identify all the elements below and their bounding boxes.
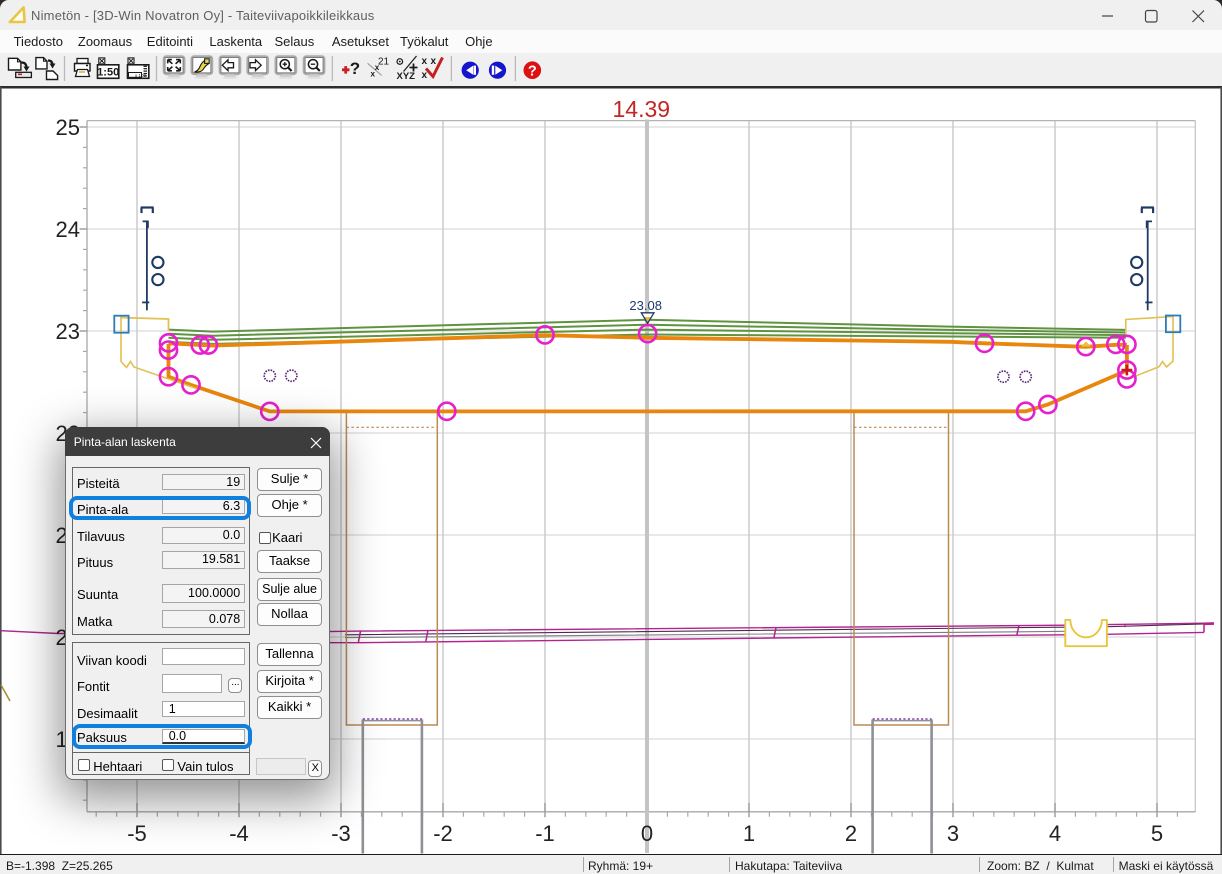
svg-text:4: 4 [1049,821,1061,846]
svg-text:?: ? [528,64,537,80]
svg-text:-2: -2 [433,821,453,846]
svg-text:14.39: 14.39 [613,96,671,122]
svg-text:2: 2 [845,821,857,846]
svg-text:?: ? [350,59,360,78]
svg-text:XYZ: XYZ [397,71,416,82]
svg-text:0: 0 [641,821,653,846]
svg-text:24: 24 [56,217,80,242]
svg-text:-1: -1 [535,821,555,846]
svg-text:21: 21 [378,57,390,68]
svg-text:x 100: x 100 [135,73,147,78]
svg-text:x: x [422,70,428,81]
svg-text:-3: -3 [331,821,351,846]
svg-text:x: x [431,56,437,67]
svg-text:1:50: 1:50 [97,67,119,79]
svg-text:23: 23 [56,319,80,344]
svg-text:3: 3 [947,821,959,846]
svg-text:x: x [422,56,428,67]
svg-text:-4: -4 [229,821,249,846]
svg-text:-5: -5 [127,821,147,846]
svg-text:5: 5 [1151,821,1163,846]
svg-text:1: 1 [743,821,755,846]
svg-text:25: 25 [56,115,80,140]
svg-text:23.08: 23.08 [629,298,662,313]
